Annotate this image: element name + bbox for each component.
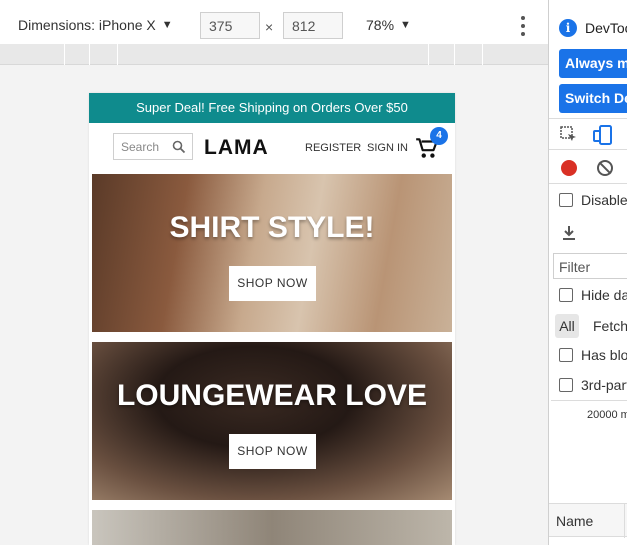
shop-now-button[interactable]: SHOP NOW <box>229 434 316 469</box>
register-link[interactable]: REGISTER <box>305 142 361 154</box>
cart-count-badge: 4 <box>430 127 448 145</box>
dimensions-dropdown[interactable]: Dimensions: iPhone X ▼ <box>18 17 173 33</box>
checkbox-icon <box>559 348 573 362</box>
width-input[interactable]: 375 <box>200 12 260 39</box>
search-placeholder: Search <box>121 139 160 154</box>
network-toolbar <box>549 152 627 184</box>
filter-input[interactable]: Filter <box>553 253 627 279</box>
announcement-bar: Super Deal! Free Shipping on Orders Over… <box>89 93 455 123</box>
hero-slide <box>92 510 452 545</box>
checkbox-icon <box>559 193 573 207</box>
import-har-icon[interactable] <box>561 225 577 241</box>
filter-fetch-button[interactable]: Fetch/XHR <box>593 318 627 334</box>
third-party-checkbox[interactable]: 3rd-party requests <box>559 377 627 393</box>
disable-cache-checkbox[interactable]: Disable cache <box>559 192 627 208</box>
media-query-ruler <box>0 44 548 65</box>
slide-title: SHIRT STYLE! <box>169 211 375 244</box>
height-input[interactable]: 812 <box>283 12 343 39</box>
always-match-button[interactable]: Always match Chrome's language <box>559 49 627 78</box>
devtools-title: DevTools <box>585 20 627 36</box>
checkbox-icon <box>559 288 573 302</box>
filter-all-button[interactable]: All <box>555 314 579 338</box>
slide-title: LOUNGEWEAR LOVE <box>116 379 427 412</box>
third-party-label: 3rd-party requests <box>581 377 627 393</box>
timeline-tick: 20000 ms <box>587 409 627 421</box>
has-blocked-cookies-label: Has blocked cookies <box>581 347 627 363</box>
name-column-header[interactable]: Name <box>549 503 627 538</box>
hero-slide: SHIRT STYLE! SHOP NOW <box>92 174 452 332</box>
switch-language-button[interactable]: Switch DevTools to English <box>559 84 627 113</box>
has-blocked-cookies-checkbox[interactable]: Has blocked cookies <box>559 347 627 363</box>
record-icon[interactable] <box>561 160 577 176</box>
inspect-element-icon[interactable] <box>560 126 578 144</box>
name-column-label: Name <box>556 513 594 529</box>
devtools-panel: i DevTools Always match Chrome's languag… <box>548 0 627 545</box>
search-box[interactable]: Search <box>113 133 193 160</box>
hide-data-urls-checkbox[interactable]: Hide data URLs <box>559 287 627 303</box>
disable-cache-label: Disable cache <box>581 192 627 208</box>
site-logo[interactable]: LAMA <box>204 136 269 160</box>
info-icon: i <box>559 19 577 37</box>
devtools-header: i DevTools <box>549 0 627 52</box>
caret-down-icon: ▼ <box>161 19 173 31</box>
dimension-separator: × <box>265 19 274 35</box>
site-navbar: Search LAMA REGISTER SIGN IN 4 <box>89 123 455 171</box>
dimensions-label: Dimensions: iPhone X <box>18 17 156 33</box>
hide-data-urls-label: Hide data URLs <box>581 287 627 303</box>
more-options-icon[interactable] <box>518 14 528 38</box>
devtools-toolbar <box>549 118 627 150</box>
caret-down-icon: ▼ <box>400 19 411 31</box>
clear-icon[interactable] <box>597 160 613 176</box>
emulated-page: Super Deal! Free Shipping on Orders Over… <box>89 93 455 545</box>
checkbox-icon <box>559 378 573 392</box>
sign-in-link[interactable]: SIGN IN <box>367 142 408 154</box>
hero-slide: LOUNGEWEAR LOVE SHOP NOW <box>92 342 452 500</box>
zoom-value: 78% <box>366 17 395 33</box>
device-toggle-icon[interactable] <box>593 124 613 146</box>
shop-now-button[interactable]: SHOP NOW <box>229 266 316 301</box>
zoom-dropdown[interactable]: 78% ▼ <box>366 17 411 33</box>
search-icon <box>172 140 186 154</box>
network-timeline: 20000 ms <box>551 400 627 500</box>
